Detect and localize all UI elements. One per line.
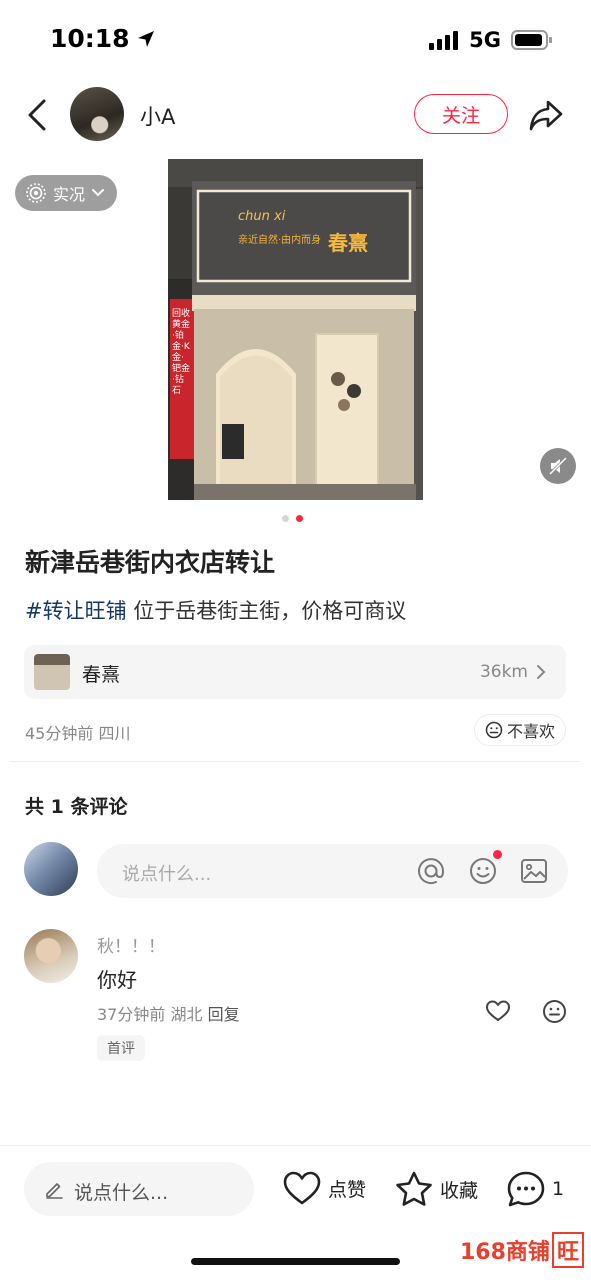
- sign-slogan: 亲近自然·由内而身: [238, 235, 322, 246]
- comment-button[interactable]: 1: [506, 1170, 564, 1208]
- first-comment-badge: 首评: [97, 1035, 145, 1061]
- network-type: 5G: [469, 28, 501, 52]
- neutral-face-icon: [485, 721, 503, 739]
- comment-input[interactable]: 说点什么...: [97, 844, 568, 898]
- carousel-dot-active: [296, 515, 303, 522]
- signal-icon: [429, 31, 459, 50]
- watermark: 168商铺旺: [460, 1232, 584, 1268]
- emoji-button[interactable]: [468, 850, 502, 886]
- comment-input-placeholder: 说点什么...: [122, 864, 212, 885]
- chevron-down-icon: [92, 189, 105, 197]
- reply-button[interactable]: 回复: [208, 1005, 240, 1024]
- status-time: 10:18: [50, 24, 156, 53]
- image-icon[interactable]: [520, 857, 548, 885]
- chevron-right-icon: [537, 665, 546, 679]
- live-photo-label: 实况: [53, 185, 86, 204]
- status-indicators: 5G: [429, 28, 553, 52]
- comment-text: 你好: [97, 968, 137, 992]
- location-arrow-icon: [137, 30, 154, 47]
- post-description: #转让旺铺 位于岳巷街主街，价格可商议: [25, 595, 406, 625]
- heart-icon: [486, 1000, 510, 1021]
- mention-icon[interactable]: [416, 856, 446, 886]
- comment-count: 共 1 条评论: [25, 796, 128, 818]
- watermark-boxed-char: 旺: [551, 1232, 584, 1268]
- post-meta: 45分钟前 四川: [25, 720, 130, 744]
- like-button[interactable]: 点赞: [282, 1170, 366, 1206]
- comment-input-tools: [416, 850, 548, 886]
- bottom-comment-input[interactable]: 说点什么...: [24, 1162, 254, 1216]
- author-name[interactable]: 小A: [140, 101, 175, 131]
- carousel-indicator: [282, 515, 303, 522]
- shop-distance-text: 36km: [479, 662, 528, 682]
- comment-meta: 37分钟前 湖北 回复: [97, 1001, 240, 1025]
- commenter-name[interactable]: 秋！！！: [97, 932, 165, 957]
- chevron-left-icon: [28, 99, 46, 131]
- shop-distance: 36km: [480, 662, 546, 682]
- shop-card[interactable]: 春熹 36km: [24, 645, 566, 699]
- mute-button[interactable]: [540, 448, 576, 484]
- neutral-face-icon: [543, 1000, 566, 1023]
- speaker-muted-icon: [548, 456, 568, 476]
- sign-brand: 春熹: [328, 231, 368, 255]
- post-photo[interactable]: chun xi 亲近自然·由内而身 春熹 回收黄金·铂金·K金·钯金·钻石: [168, 159, 423, 500]
- post-title: 新津岳巷街内衣店转让: [25, 548, 276, 577]
- bottom-input-placeholder: 说点什么...: [74, 1182, 169, 1204]
- collect-label: 收藏: [440, 1179, 479, 1202]
- home-indicator[interactable]: [191, 1258, 400, 1265]
- divider: [10, 761, 581, 762]
- collect-button[interactable]: 收藏: [394, 1170, 478, 1208]
- comment-time: 37分钟前: [97, 1005, 166, 1024]
- watermark-text: 168商铺: [460, 1240, 550, 1265]
- back-button[interactable]: [24, 98, 50, 132]
- shop-thumbnail: [34, 654, 70, 690]
- heart-icon: [283, 1171, 321, 1205]
- notification-dot: [493, 850, 502, 859]
- like-label: 点赞: [328, 1178, 367, 1201]
- comment-dislike-button[interactable]: [542, 999, 567, 1024]
- comment-count-label: 1: [552, 1178, 565, 1200]
- storefront-illustration: [168, 159, 423, 500]
- battery-icon: [511, 30, 552, 50]
- comment-bubble-icon: [507, 1171, 545, 1207]
- comment-location: 湖北: [170, 1005, 203, 1024]
- emoji-icon: [470, 858, 496, 884]
- shop-name: 春熹: [82, 664, 121, 686]
- carousel-dot: [282, 515, 289, 522]
- follow-button[interactable]: 关注: [414, 94, 508, 134]
- bottom-divider: [0, 1145, 591, 1146]
- share-icon: [529, 100, 563, 131]
- star-icon: [396, 1171, 432, 1206]
- commenter-avatar[interactable]: [24, 929, 78, 983]
- hashtag-link[interactable]: #转让旺铺: [25, 599, 127, 623]
- status-time-text: 10:18: [50, 24, 130, 53]
- side-banner-text: 回收黄金·铂金·K金·钯金·钻石: [172, 309, 191, 396]
- live-photo-icon: [26, 183, 46, 203]
- post-location: 四川: [98, 724, 131, 743]
- dislike-label: 不喜欢: [507, 722, 556, 741]
- sign-script: chun xi: [238, 209, 286, 224]
- author-avatar[interactable]: [70, 87, 124, 141]
- live-photo-toggle[interactable]: 实况: [15, 175, 118, 211]
- my-avatar: [24, 842, 78, 896]
- post-time: 45分钟前: [25, 724, 94, 743]
- share-button[interactable]: [528, 98, 564, 132]
- dislike-button[interactable]: 不喜欢: [474, 714, 567, 746]
- comment-like-button[interactable]: [485, 999, 511, 1023]
- post-description-text: 位于岳巷街主街，价格可商议: [126, 599, 407, 623]
- pencil-icon: [46, 1183, 63, 1199]
